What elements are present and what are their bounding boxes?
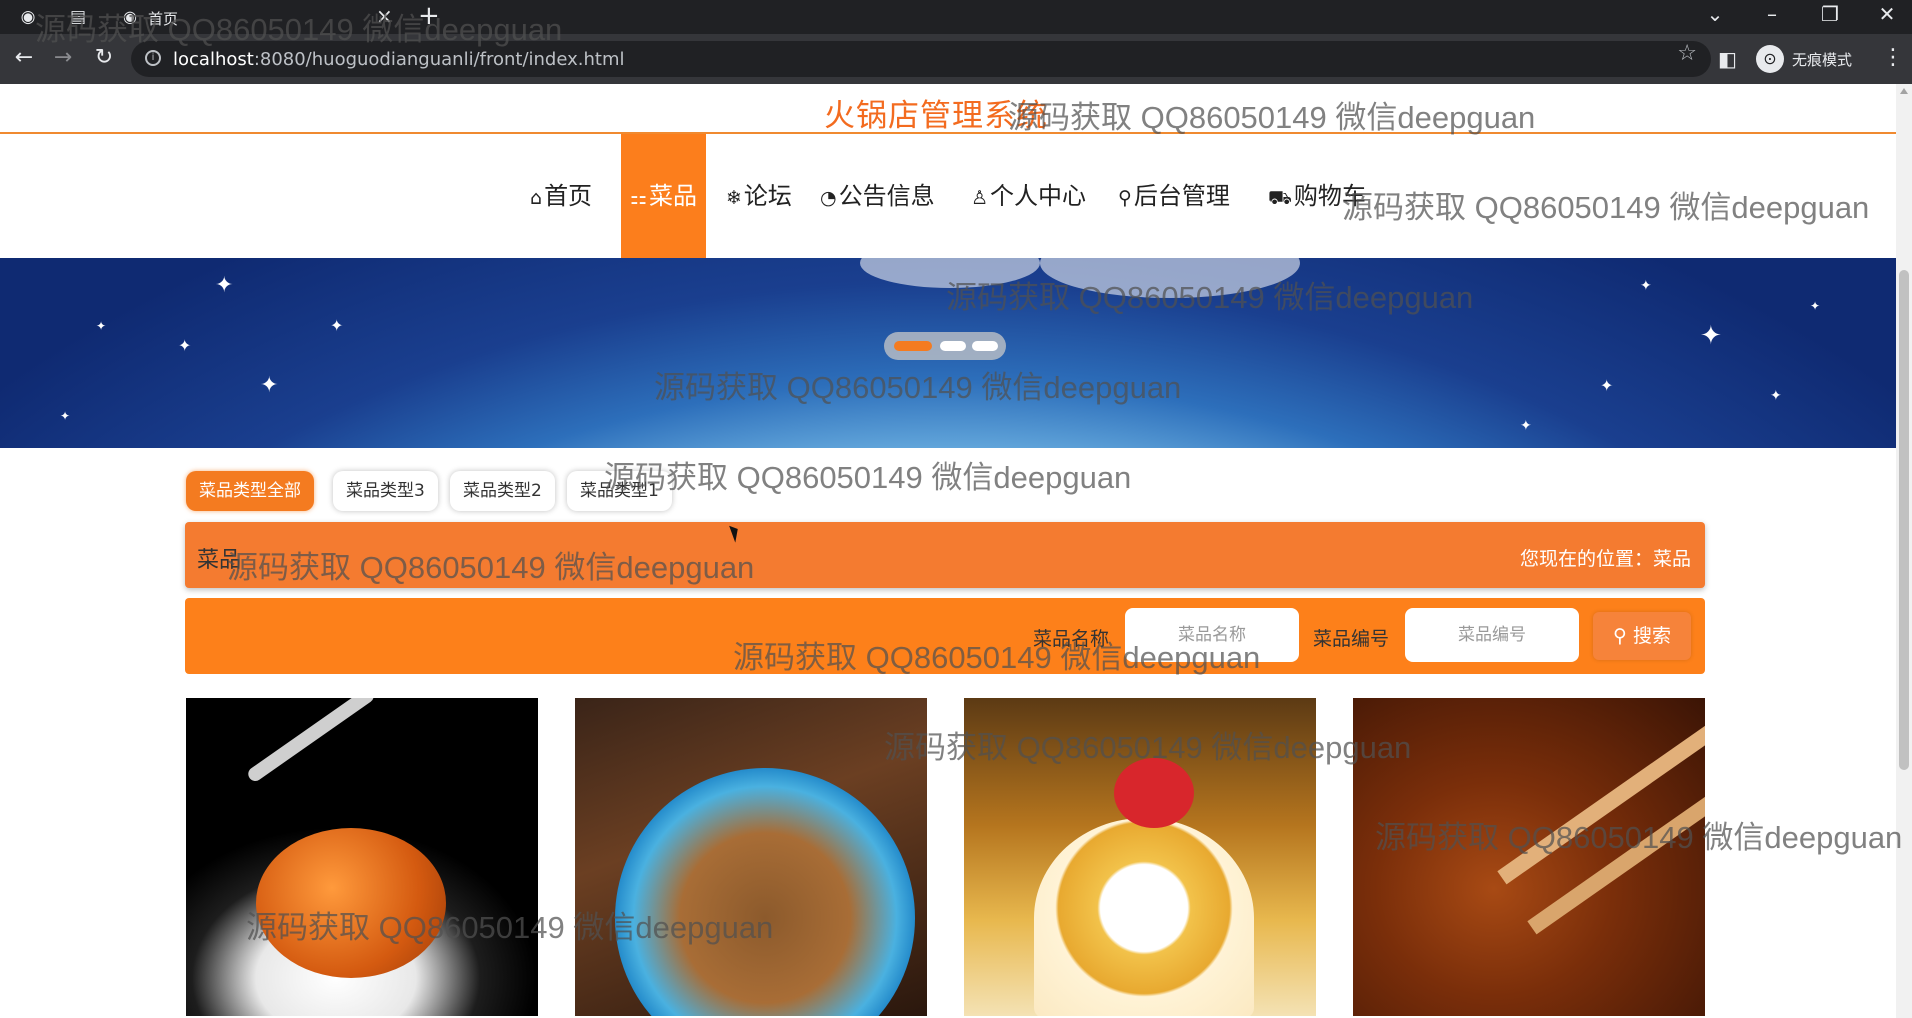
incognito-label: 无痕模式 [1792, 51, 1853, 69]
nav-item-notices[interactable]: ◔公告信息 [820, 134, 935, 258]
product-image-decor [1114, 758, 1194, 828]
product-card-4[interactable] [1353, 698, 1705, 1016]
seafood-dish-photo [256, 828, 446, 978]
nav-item-home[interactable]: ⌂首页 [530, 134, 592, 258]
banner-sparkle: ✦ [1640, 278, 1652, 294]
incognito-indicator[interactable]: ⊙ 无痕模式 [1752, 43, 1876, 75]
scroll-up-arrow-icon[interactable] [1900, 88, 1908, 94]
banner-sparkle: ✦ [1700, 321, 1722, 351]
bookmark-star-icon[interactable]: ☆ [1677, 43, 1697, 65]
nav-item-cart[interactable]: ⛟购物车 [1268, 134, 1366, 258]
page-viewport: 火锅店管理系统 ⌂首页 ⚏菜品 ❄论坛 ◔公告信息 ♙个人中心 ⚲后台管理 ⛟购… [0, 84, 1896, 1018]
product-card-3[interactable] [964, 698, 1316, 1016]
carousel-dot[interactable] [972, 341, 998, 351]
filter-chip-type2[interactable]: 菜品类型2 [450, 471, 555, 511]
banner-sparkle: ✦ [1770, 388, 1782, 404]
banner-cloud [1040, 258, 1300, 298]
address-bar[interactable]: i localhost:8080/huoguodianguanli/front/… [131, 41, 1711, 77]
banner-sparkle: ✦ [60, 409, 71, 423]
browser-toolbar: ← → ↻ i localhost:8080/huoguodianguanli/… [0, 34, 1912, 84]
globe-icon: ◉ [123, 7, 137, 26]
dish-icon: ⚏ [629, 187, 648, 209]
banner-sparkle: ✦ [330, 316, 344, 335]
browser-tab[interactable]: ◉ 首页 × [108, 0, 402, 34]
window-close-button[interactable]: ✕ [1872, 2, 1902, 26]
back-button[interactable]: ← [10, 46, 38, 70]
carousel-dot[interactable] [940, 341, 966, 351]
link-icon: ⚲ [1118, 187, 1132, 209]
search-bar: 菜品名称 菜品编号 ⚲ 搜索 [185, 598, 1705, 674]
tab-title: 首页 [148, 10, 179, 28]
breadcrumb: 菜品 您现在的位置：菜品 [185, 522, 1705, 588]
restore-button[interactable]: ❐ [1815, 2, 1845, 26]
carousel-indicators [884, 332, 1006, 360]
chrome-menu-icon[interactable]: ◉ [18, 7, 38, 27]
dish-name-input[interactable] [1125, 608, 1299, 662]
main-nav: ⌂首页 ⚏菜品 ❄论坛 ◔公告信息 ♙个人中心 ⚲后台管理 ⛟购物车 [0, 134, 1896, 258]
tab-list-chevron-icon[interactable]: ⌄ [1700, 2, 1730, 26]
palette-icon: ◔ [820, 187, 837, 209]
home-icon: ⌂ [530, 187, 543, 209]
dish-code-input[interactable] [1405, 608, 1579, 662]
nav-item-admin[interactable]: ⚲后台管理 [1118, 134, 1230, 258]
product-image-decor [245, 698, 377, 784]
banner-sparkle: ✦ [1600, 376, 1614, 395]
filter-chip-all[interactable]: 菜品类型全部 [186, 471, 314, 511]
banner-sparkle: ✦ [1520, 418, 1532, 434]
search-icon: ⚲ [1613, 625, 1627, 647]
search-button[interactable]: ⚲ 搜索 [1593, 612, 1691, 660]
page-title: 菜品 [197, 548, 242, 573]
dish-code-label: 菜品编号 [1313, 628, 1390, 650]
scrollbar-thumb[interactable] [1899, 270, 1909, 770]
banner-sparkle: ✦ [260, 373, 279, 398]
nav-item-dishes[interactable]: ⚏菜品 [621, 134, 706, 258]
browser-tab-strip: ◉ ▤ ◉ 首页 × + ⌄ – ❐ ✕ [0, 0, 1912, 34]
page-scrollbar[interactable] [1896, 84, 1912, 1018]
site-header: 火锅店管理系统 [0, 84, 1896, 134]
banner-sparkle: ✦ [215, 273, 234, 298]
banner-sparkle: ✦ [96, 319, 107, 333]
minimize-button[interactable]: – [1757, 2, 1787, 26]
grilled-meat-photo [1497, 698, 1705, 885]
fried-noodles-photo [615, 768, 915, 1016]
new-tab-button[interactable]: + [418, 2, 440, 30]
nav-item-forum[interactable]: ❄论坛 [726, 134, 792, 258]
tab-search-icon[interactable]: ▤ [68, 7, 88, 27]
product-card-2[interactable] [575, 698, 927, 1016]
filter-chip-type1[interactable]: 菜品类型1 [567, 471, 672, 511]
snowflake-icon: ❄ [726, 187, 742, 209]
reload-button[interactable]: ↻ [90, 46, 118, 70]
browser-menu-icon[interactable]: ⋮ [1882, 46, 1904, 70]
banner-cloud [860, 258, 1040, 288]
dish-name-label: 菜品名称 [1033, 628, 1110, 650]
site-title: 火锅店管理系统 [824, 98, 1048, 134]
site-info-icon[interactable]: i [145, 50, 161, 66]
banner-sparkle: ✦ [178, 336, 192, 355]
nav-item-profile[interactable]: ♙个人中心 [971, 134, 1086, 258]
tab-close-icon[interactable]: × [376, 4, 393, 28]
product-card-1[interactable] [186, 698, 538, 1016]
cake-roll-photo [1034, 818, 1254, 1016]
forward-button[interactable]: → [49, 46, 77, 70]
banner-sparkle: ✦ [1810, 299, 1821, 313]
user-icon: ♙ [971, 187, 989, 209]
filter-chip-type3[interactable]: 菜品类型3 [333, 471, 438, 511]
carousel-dot-active[interactable] [894, 341, 932, 351]
cart-icon: ⛟ [1268, 187, 1292, 209]
sidebar-toggle-icon[interactable]: ◧ [1718, 47, 1737, 71]
breadcrumb-location: 您现在的位置：菜品 [1519, 548, 1691, 570]
incognito-icon: ⊙ [1756, 45, 1784, 73]
url-text[interactable]: localhost:8080/huoguodianguanli/front/in… [173, 49, 624, 70]
